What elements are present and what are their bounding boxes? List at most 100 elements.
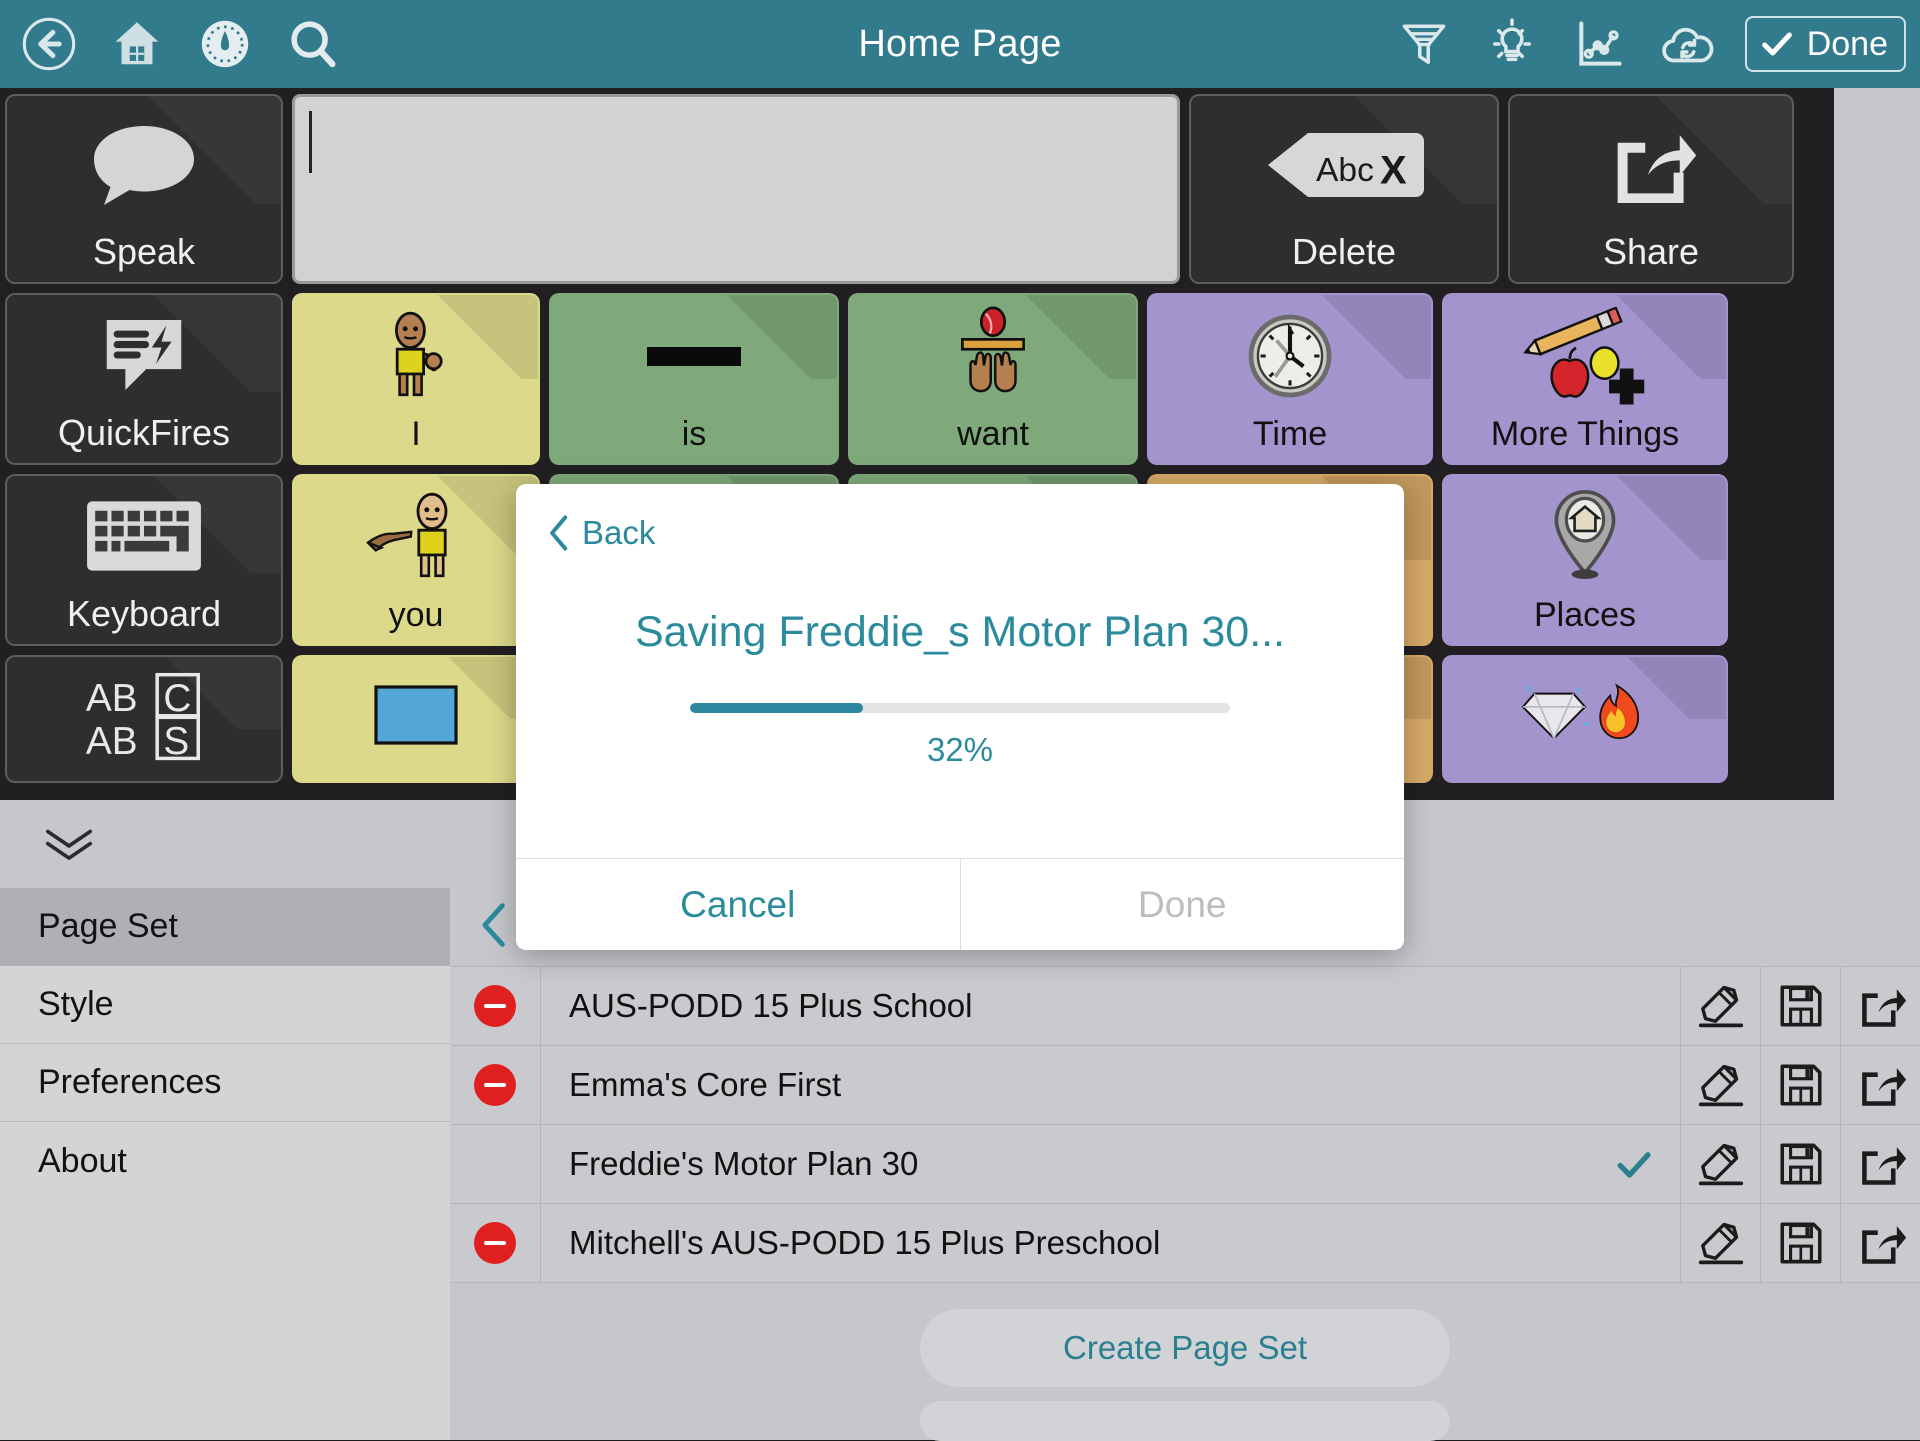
delete-label: Delete — [1292, 234, 1396, 274]
time-label: Time — [1253, 417, 1327, 455]
svg-text:X: X — [1380, 148, 1407, 192]
secondary-action-button[interactable] — [920, 1401, 1450, 1441]
map-pin-house-icon — [1444, 476, 1726, 598]
speak-label: Speak — [93, 234, 195, 274]
share-label: Share — [1603, 234, 1699, 274]
modal-back-button[interactable]: Back — [516, 484, 655, 552]
modal-done-button: Done — [960, 859, 1405, 950]
share-button[interactable]: Share — [1508, 94, 1794, 284]
gauge-icon[interactable] — [194, 13, 256, 75]
share-icon[interactable] — [1840, 967, 1920, 1045]
svg-text:C: C — [163, 677, 191, 720]
saving-progress-dialog: Back Saving Freddie_s Motor Plan 30... 3… — [516, 484, 1404, 950]
active-check-slot — [1588, 967, 1680, 1045]
sidebar-item-label: Preferences — [38, 1063, 221, 1102]
sidebar-item-label: Page Set — [38, 907, 178, 946]
edit-icon[interactable] — [1680, 1046, 1760, 1124]
sidebar-item-about[interactable]: About — [0, 1122, 450, 1200]
progress-percent-label: 32% — [927, 731, 993, 769]
sidebar-item-page-set[interactable]: Page Set — [0, 888, 450, 966]
toolbar-done-button[interactable]: Done — [1745, 16, 1906, 72]
more-things-button[interactable]: More Things — [1442, 293, 1728, 465]
active-check-slot — [1588, 1046, 1680, 1124]
svg-text:S: S — [163, 720, 189, 761]
lightbulb-icon[interactable] — [1481, 13, 1543, 75]
edit-icon[interactable] — [1680, 1204, 1760, 1282]
quickfires-button[interactable]: QuickFires — [5, 293, 283, 465]
modal-action-row: Cancel Done — [516, 858, 1404, 950]
settings-body: Page Set Style Preferences About — [0, 888, 1920, 1440]
symbol-is-label: is — [682, 417, 707, 455]
more-things-label: More Things — [1491, 417, 1679, 455]
page-set-table: AUS-PODD 15 Plus School — [450, 966, 1920, 1283]
page-set-name: Mitchell's AUS-PODD 15 Plus Preschool — [540, 1204, 1588, 1282]
table-row[interactable]: Emma's Core First — [450, 1046, 1920, 1125]
back-icon[interactable] — [18, 13, 80, 75]
symbol-you-button[interactable]: you — [292, 474, 540, 646]
table-row[interactable]: Mitchell's AUS-PODD 15 Plus Preschool — [450, 1204, 1920, 1283]
gem-fire-icon — [1444, 657, 1726, 773]
share-icon[interactable] — [1840, 1125, 1920, 1203]
chevron-down-icon[interactable] — [42, 824, 96, 864]
time-button[interactable]: Time — [1147, 293, 1433, 465]
active-check-icon — [1588, 1125, 1680, 1203]
keyboard-label: Keyboard — [67, 596, 221, 636]
share-icon[interactable] — [1840, 1204, 1920, 1282]
save-icon[interactable] — [1760, 1046, 1840, 1124]
places-button[interactable]: Places — [1442, 474, 1728, 646]
page-set-name: Freddie's Motor Plan 30 — [540, 1125, 1588, 1203]
create-page-set-button[interactable]: Create Page Set — [920, 1309, 1450, 1387]
remove-page-set-button[interactable] — [450, 1204, 540, 1282]
sidebar-item-preferences[interactable]: Preferences — [0, 1044, 450, 1122]
abc-button[interactable]: AB C AB S — [5, 655, 283, 783]
modal-cancel-button[interactable]: Cancel — [516, 859, 960, 950]
content-back-icon[interactable] — [478, 901, 512, 954]
save-icon[interactable] — [1760, 967, 1840, 1045]
symbol-want-button[interactable]: want — [848, 293, 1138, 465]
edit-icon[interactable] — [1680, 967, 1760, 1045]
top-toolbar: Home Page Done — [0, 0, 1920, 88]
remove-page-set-button[interactable] — [450, 967, 540, 1045]
black-bar-icon — [551, 295, 837, 417]
chevron-left-icon — [546, 514, 572, 552]
create-page-set-label: Create Page Set — [1063, 1329, 1307, 1367]
minus-circle-icon — [474, 1222, 516, 1264]
edit-icon[interactable] — [1680, 1125, 1760, 1203]
settings-sidebar: Page Set Style Preferences About — [0, 888, 450, 1440]
home-icon[interactable] — [106, 13, 168, 75]
table-row[interactable]: Freddie's Motor Plan 30 — [450, 1125, 1920, 1204]
modal-back-label: Back — [582, 514, 655, 552]
toolbar-done-label: Done — [1807, 25, 1888, 64]
filter-icon[interactable] — [1393, 13, 1455, 75]
svg-text:AB: AB — [86, 677, 138, 720]
toolbar-left-group — [0, 13, 344, 75]
search-icon[interactable] — [282, 13, 344, 75]
chart-icon[interactable] — [1569, 13, 1631, 75]
remove-page-set-button[interactable] — [450, 1046, 540, 1124]
symbol-is-button[interactable]: is — [549, 293, 839, 465]
speak-button[interactable]: Speak — [5, 94, 283, 284]
progress-bar-track — [690, 703, 1230, 713]
table-row[interactable]: AUS-PODD 15 Plus School — [450, 967, 1920, 1046]
save-icon[interactable] — [1760, 1125, 1840, 1203]
minus-circle-icon — [474, 985, 516, 1027]
symbol-gem-fire-button[interactable] — [1442, 655, 1728, 783]
share-icon[interactable] — [1840, 1046, 1920, 1124]
symbol-i-button[interactable]: I — [292, 293, 540, 465]
progress-bar-fill — [690, 703, 863, 713]
speech-bubble-icon — [7, 96, 281, 234]
message-bar[interactable] — [292, 94, 1180, 284]
symbol-blank-r4c2[interactable] — [292, 655, 540, 783]
sidebar-item-style[interactable]: Style — [0, 966, 450, 1044]
person-self-icon — [294, 295, 538, 417]
svg-text:AB: AB — [86, 720, 138, 761]
ball-hands-icon — [850, 295, 1136, 417]
keyboard-button[interactable]: Keyboard — [5, 474, 283, 646]
modal-cancel-label: Cancel — [680, 884, 795, 926]
places-label: Places — [1534, 598, 1636, 636]
delete-button[interactable]: AbcX Delete — [1189, 94, 1499, 284]
save-icon[interactable] — [1760, 1204, 1840, 1282]
sidebar-item-label: About — [38, 1142, 127, 1181]
minus-circle-icon — [474, 1064, 516, 1106]
cloud-sync-icon[interactable] — [1657, 13, 1719, 75]
